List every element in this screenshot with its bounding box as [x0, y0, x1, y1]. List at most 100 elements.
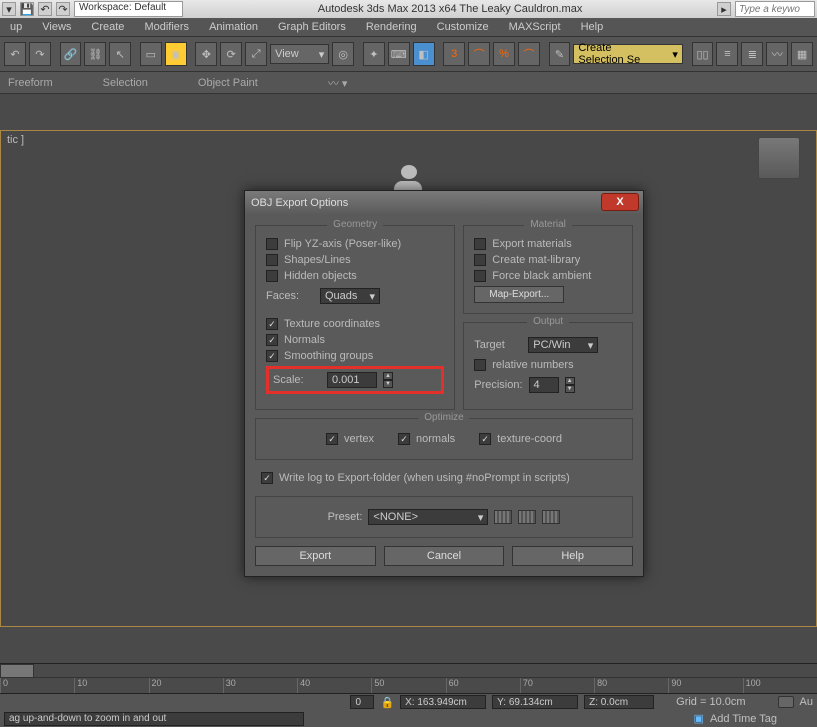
ribbon-freeform[interactable]: Freeform [8, 77, 53, 89]
create-mat-check[interactable] [474, 254, 486, 266]
save-icon[interactable]: 💾 [20, 2, 34, 16]
autokey-icon[interactable] [778, 696, 794, 708]
prompt-line[interactable] [4, 712, 304, 726]
curve-editor-icon[interactable]: 〰 [766, 42, 788, 66]
writelog-label: Write log to Export-folder (when using #… [279, 472, 570, 484]
flip-yz-check[interactable] [266, 238, 278, 250]
link-icon[interactable]: 🔗 [60, 42, 82, 66]
titlebar: ▾ 💾 ↶ ↷ Workspace: Default Autodesk 3ds … [0, 0, 817, 18]
map-export-button[interactable]: Map-Export... [474, 286, 564, 303]
target-label: Target [474, 339, 522, 351]
select-rect-icon[interactable]: ▭ [140, 42, 162, 66]
dialog-titlebar[interactable]: OBJ Export Options X [245, 191, 643, 215]
schematic-icon[interactable]: ▦ [791, 42, 813, 66]
writelog-check[interactable] [261, 472, 273, 484]
smoothgroups-check[interactable] [266, 350, 278, 362]
scale-icon[interactable]: ⤢ [245, 42, 267, 66]
menu-rendering[interactable]: Rendering [356, 21, 427, 33]
select-manipulate-icon[interactable]: ✦ [363, 42, 385, 66]
cancel-button[interactable]: Cancel [384, 546, 505, 566]
layers-icon[interactable]: ≣ [741, 42, 763, 66]
y-field[interactable]: Y: 69.134cm [492, 695, 578, 709]
angle-snap-icon[interactable]: ⌒ [468, 42, 490, 66]
tick: 90 [668, 678, 742, 693]
force-black-check[interactable] [474, 270, 486, 282]
viewcube[interactable] [758, 137, 800, 179]
search-input[interactable] [735, 1, 815, 17]
normals-check[interactable] [266, 334, 278, 346]
menu-modifiers[interactable]: Modifiers [134, 21, 199, 33]
autokey-label[interactable]: Au [800, 696, 813, 708]
hidden-check[interactable] [266, 270, 278, 282]
preset-label: Preset: [328, 511, 363, 523]
menu-animation[interactable]: Animation [199, 21, 268, 33]
target-dropdown[interactable]: PC/Win▾ [528, 337, 598, 353]
faces-dropdown[interactable]: Quads▾ [320, 288, 380, 304]
menu-create[interactable]: Create [81, 21, 134, 33]
snap-toggle-icon[interactable]: ◧ [413, 42, 435, 66]
preset-save-icon[interactable] [518, 510, 536, 524]
edit-sel-set-icon[interactable]: ✎ [549, 42, 571, 66]
menu-grapheditors[interactable]: Graph Editors [268, 21, 356, 33]
snap-3d-icon[interactable]: 3 [443, 42, 465, 66]
keyboard-shortcut-icon[interactable]: ⌨ [388, 42, 410, 66]
select-region-icon[interactable]: ▣ [165, 42, 187, 66]
menu-customize[interactable]: Customize [427, 21, 499, 33]
rotate-icon[interactable]: ⟳ [220, 42, 242, 66]
percent-snap-icon[interactable]: % [493, 42, 515, 66]
brush-icon[interactable]: 〰 ▾ [328, 75, 348, 91]
mirror-icon[interactable]: ▯▯ [692, 42, 714, 66]
close-button[interactable]: X [601, 193, 639, 211]
menu-maxscript[interactable]: MAXScript [499, 21, 571, 33]
opt-tex-check[interactable] [479, 433, 491, 445]
material-legend: Material [524, 219, 572, 230]
redo-button[interactable]: ↷ [29, 42, 51, 66]
tick: 100 [743, 678, 817, 693]
precision-input[interactable]: 4 [529, 377, 559, 393]
frame-field[interactable]: 0 [350, 695, 374, 709]
preset-load-icon[interactable] [494, 510, 512, 524]
menu-up[interactable]: up [0, 21, 32, 33]
spinner-snap-icon[interactable]: ⌒ [518, 42, 540, 66]
preset-dropdown[interactable]: <NONE>▾ [368, 509, 488, 525]
export-materials-check[interactable] [474, 238, 486, 250]
align-icon[interactable]: ≡ [716, 42, 738, 66]
preset-del-icon[interactable] [542, 510, 560, 524]
z-field[interactable]: Z: 0.0cm [584, 695, 654, 709]
relative-check[interactable] [474, 359, 486, 371]
selection-set-dropdown[interactable]: Create Selection Se▾ [573, 44, 682, 64]
undo-button[interactable]: ↶ [4, 42, 26, 66]
opt-normals-check[interactable] [398, 433, 410, 445]
shapes-check[interactable] [266, 254, 278, 266]
timetag-label[interactable]: Add Time Tag [710, 713, 777, 725]
undo-icon[interactable]: ↶ [38, 2, 52, 16]
ref-coord-dropdown[interactable]: View▾ [270, 44, 329, 64]
move-icon[interactable]: ✥ [195, 42, 217, 66]
app-menu-button[interactable]: ▾ [2, 2, 16, 16]
select-arrow-icon[interactable]: ↖ [109, 42, 131, 66]
unlink-icon[interactable]: ⛓ [84, 42, 106, 66]
workspace-dropdown[interactable]: Workspace: Default [74, 1, 183, 17]
viewport-label: tic ] [7, 134, 24, 146]
scale-spinner[interactable]: ▲▼ [383, 372, 393, 388]
export-button[interactable]: Export [255, 546, 376, 566]
opt-vertex-check[interactable] [326, 433, 338, 445]
x-field[interactable]: X: 163.949cm [400, 695, 486, 709]
help-button[interactable]: Help [512, 546, 633, 566]
timetag-icon[interactable]: ▣ [694, 712, 704, 725]
timeline[interactable]: 0 10 20 30 40 50 60 70 80 90 100 [0, 663, 817, 693]
tb-chevron-icon[interactable]: ▸ [717, 2, 731, 16]
pivot-icon[interactable]: ◎ [332, 42, 354, 66]
material-group: Material Export materials Create mat-lib… [463, 225, 633, 314]
scale-input[interactable]: 0.001 [327, 372, 377, 388]
redo-icon[interactable]: ↷ [56, 2, 70, 16]
lock-icon[interactable]: 🔒 [380, 696, 394, 709]
menu-help[interactable]: Help [571, 21, 614, 33]
ribbon-selection[interactable]: Selection [103, 77, 148, 89]
texcoord-check[interactable] [266, 318, 278, 330]
precision-spinner[interactable]: ▲▼ [565, 377, 575, 393]
time-slider[interactable] [0, 664, 34, 678]
menu-views[interactable]: Views [32, 21, 81, 33]
ribbon-objectpaint[interactable]: Object Paint [198, 77, 258, 89]
obj-export-dialog: OBJ Export Options X Geometry Flip YZ-ax… [244, 190, 644, 577]
